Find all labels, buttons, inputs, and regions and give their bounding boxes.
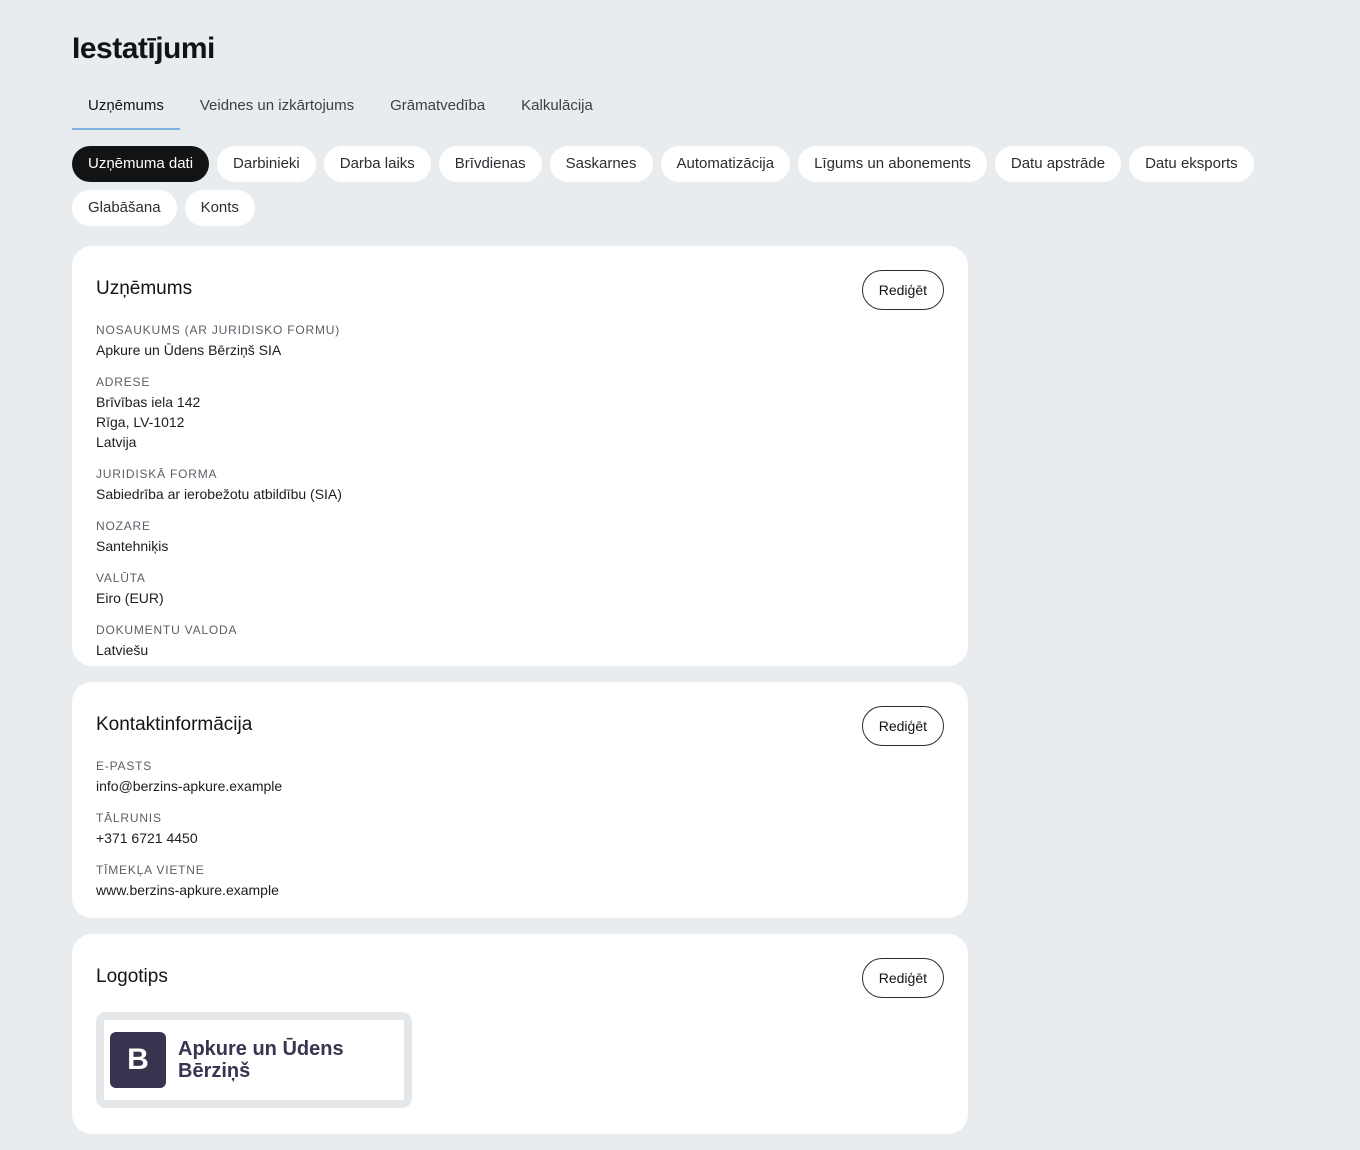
field-label: E-PASTS [96, 759, 153, 773]
address-field: ADRESE Brīvības iela 142 Rīga, LV-1012 L… [96, 374, 944, 452]
tab-templates-layout[interactable]: Veidnes un izkārtojums [184, 86, 370, 130]
company-edit-button[interactable]: Rediģēt [861, 270, 944, 310]
field-label: NOZARE [96, 519, 151, 533]
logo-card-title: Logotips [96, 966, 168, 987]
company-name-field: NOSAUKUMS (AR JURIDISKO FORMU) Apkure un… [96, 322, 944, 360]
website-field: TĪMEKĻA VIETNE www.berzins-apkure.exampl… [96, 862, 944, 900]
pill-holidays[interactable]: Brīvdienas [438, 146, 542, 182]
field-label: DOKUMENTU VALODA [96, 623, 238, 637]
logo-text: Apkure un Ūdens Bērziņš [178, 1038, 344, 1082]
page-title: Iestatījumi [72, 32, 215, 65]
pill-company-data[interactable]: Uzņēmuma dati [72, 146, 210, 182]
pill-employees[interactable]: Darbinieki [217, 146, 316, 182]
address-line-2: Rīga, LV-1012 [96, 414, 185, 430]
company-name-value: Apkure un Ūdens Bērziņš SIA [96, 342, 282, 358]
tab-accounting[interactable]: Grāmatvedība [374, 86, 501, 130]
email-value: info@berzins-apkure.example [96, 778, 283, 794]
field-label: ADRESE [96, 375, 151, 389]
pill-storage[interactable]: Glabāšana [72, 190, 177, 226]
address-line-3: Latvija [96, 434, 137, 450]
industry-field: NOZARE Santehniķis [96, 518, 944, 556]
logo-image: B Apkure un Ūdens Bērziņš [104, 1020, 404, 1100]
contact-edit-button[interactable]: Rediģēt [861, 706, 944, 746]
main-tabs: Uzņēmums Veidnes un izkārtojums Grāmatve… [72, 86, 613, 130]
company-card-title: Uzņēmums [96, 278, 193, 299]
field-label: NOSAUKUMS (AR JURIDISKO FORMU) [96, 323, 341, 337]
logo-card: Logotips Rediģēt B Apkure un Ūdens Bērzi… [72, 934, 968, 1134]
logo-edit-button[interactable]: Rediģēt [861, 958, 944, 998]
contact-card-title: Kontaktinformācija [96, 714, 253, 735]
company-fields: NOSAUKUMS (AR JURIDISKO FORMU) Apkure un… [96, 322, 944, 660]
industry-value: Santehniķis [96, 538, 169, 554]
pill-contract-subscription[interactable]: Līgums un abonements [798, 146, 987, 182]
pill-account[interactable]: Konts [184, 190, 255, 226]
field-label: JURIDISKĀ FORMA [96, 467, 218, 481]
phone-field: TĀLRUNIS +371 6721 4450 [96, 810, 944, 848]
field-label: TĪMEKĻA VIETNE [96, 863, 205, 877]
pill-working-hours[interactable]: Darba laiks [323, 146, 431, 182]
document-language-field: DOKUMENTU VALODA Latviešu [96, 622, 944, 660]
field-label: TĀLRUNIS [96, 811, 162, 825]
contact-card: Kontaktinformācija Rediģēt E-PASTS info@… [72, 682, 968, 918]
logo-preview: B Apkure un Ūdens Bērziņš [96, 1012, 412, 1108]
currency-value: Eiro (EUR) [96, 590, 164, 606]
document-language-value: Latviešu [96, 642, 149, 658]
sub-navigation: Uzņēmuma dati Darbinieki Darba laiks Brī… [72, 146, 1292, 226]
logo-mark-icon: B [110, 1032, 166, 1088]
field-label: VALŪTA [96, 571, 146, 585]
legal-form-field: JURIDISKĀ FORMA Sabiedrība ar ierobežotu… [96, 466, 944, 504]
contact-fields: E-PASTS info@berzins-apkure.example TĀLR… [96, 758, 944, 900]
currency-field: VALŪTA Eiro (EUR) [96, 570, 944, 608]
company-card: Uzņēmums Rediģēt NOSAUKUMS (AR JURIDISKO… [72, 246, 968, 666]
address-line-1: Brīvības iela 142 [96, 394, 201, 410]
tab-calculation[interactable]: Kalkulācija [505, 86, 609, 130]
pill-interfaces[interactable]: Saskarnes [549, 146, 653, 182]
pill-data-export[interactable]: Datu eksports [1129, 146, 1254, 182]
pill-automation[interactable]: Automatizācija [660, 146, 791, 182]
pill-data-processing[interactable]: Datu apstrāde [994, 146, 1122, 182]
legal-form-value: Sabiedrība ar ierobežotu atbildību (SIA) [96, 486, 342, 502]
phone-value: +371 6721 4450 [96, 830, 198, 846]
website-value: www.berzins-apkure.example [96, 882, 279, 898]
tab-company[interactable]: Uzņēmums [72, 86, 180, 130]
email-field: E-PASTS info@berzins-apkure.example [96, 758, 944, 796]
